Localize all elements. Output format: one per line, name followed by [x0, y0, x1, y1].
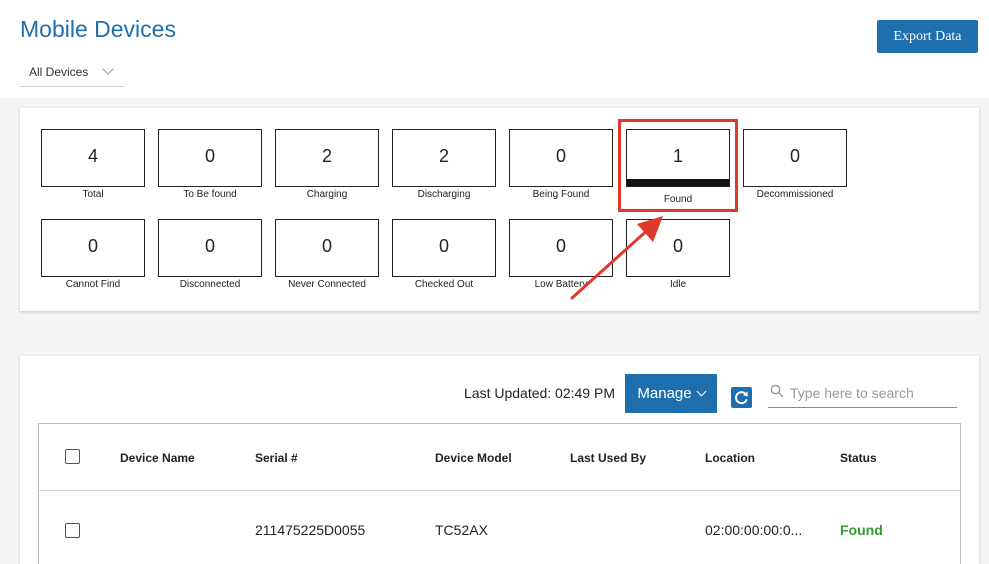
stat-label: Being Found [532, 189, 590, 200]
device-stats-card: 4 Total 0 To Be found 2 Charging 2 Disch… [20, 108, 979, 311]
chevron-down-icon [102, 63, 114, 75]
stat-tile-being-found[interactable]: 0 [509, 129, 613, 187]
page-title: Mobile Devices [20, 16, 176, 42]
column-header-last-used-by[interactable]: Last Used By [570, 451, 646, 465]
export-data-button[interactable]: Export Data [877, 20, 978, 53]
select-all-checkbox[interactable] [65, 449, 80, 464]
stat-label: Total [82, 189, 104, 200]
stat-value: 0 [204, 146, 215, 166]
device-filter-select[interactable]: All Devices [20, 58, 124, 87]
annotation-arrow-icon [570, 216, 663, 300]
stat-tile-charging[interactable]: 2 [275, 129, 379, 187]
search-input[interactable] [790, 382, 955, 404]
manage-button-label: Manage [637, 385, 692, 402]
stat-tile-decommissioned[interactable]: 0 [743, 129, 847, 187]
chevron-down-icon [696, 386, 707, 397]
column-header-status[interactable]: Status [840, 451, 877, 465]
stat-label: Never Connected [288, 279, 366, 290]
status-badge: Found [840, 522, 883, 538]
device-table: Device Name Serial # Device Model Last U… [38, 423, 961, 564]
stat-label: Cannot Find [65, 279, 121, 290]
search-icon [770, 384, 784, 398]
last-updated-text: Last Updated: 02:49 PM [464, 385, 615, 401]
column-header-device-name[interactable]: Device Name [120, 451, 195, 465]
column-header-serial[interactable]: Serial # [255, 451, 298, 465]
stat-label: Checked Out [414, 279, 474, 290]
stat-value: 0 [321, 236, 332, 256]
stat-tile-checked-out[interactable]: 0 [392, 219, 496, 277]
cell-location: 02:00:00:00:0... [705, 522, 803, 538]
stat-tile-cannot-find[interactable]: 0 [41, 219, 145, 277]
table-header-row: Device Name Serial # Device Model Last U… [39, 424, 960, 491]
stat-label: To Be found [183, 189, 237, 200]
column-header-device-model[interactable]: Device Model [435, 451, 512, 465]
stat-value: 0 [438, 236, 449, 256]
stat-label: Discharging [417, 189, 471, 200]
manage-dropdown-button[interactable]: Manage [625, 374, 717, 413]
stat-label: Charging [306, 189, 348, 200]
refresh-button[interactable] [731, 387, 752, 408]
stat-value: 2 [438, 146, 449, 166]
stat-tile-to-be-found[interactable]: 0 [158, 129, 262, 187]
stat-value: 4 [87, 146, 98, 166]
row-checkbox[interactable] [65, 523, 80, 538]
stat-tile-disconnected[interactable]: 0 [158, 219, 262, 277]
stat-value: 2 [321, 146, 332, 166]
stat-tile-never-connected[interactable]: 0 [275, 219, 379, 277]
stat-value: 0 [204, 236, 215, 256]
stat-label: Disconnected [179, 279, 241, 290]
column-header-location[interactable]: Location [705, 451, 755, 465]
stat-tile-total[interactable]: 4 [41, 129, 145, 187]
refresh-icon [735, 391, 748, 405]
search-field[interactable] [768, 380, 957, 408]
stat-value: 0 [789, 146, 800, 166]
stat-label: Decommissioned [756, 189, 834, 200]
stat-tile-discharging[interactable]: 2 [392, 129, 496, 187]
cell-device-model: TC52AX [435, 522, 488, 538]
stat-value: 0 [87, 236, 98, 256]
annotation-highlight-box [618, 119, 738, 212]
page-header-area [0, 0, 989, 98]
device-filter-value: All Devices [29, 65, 89, 79]
stat-value: 0 [555, 146, 566, 166]
cell-serial: 211475225D0055 [255, 522, 366, 538]
